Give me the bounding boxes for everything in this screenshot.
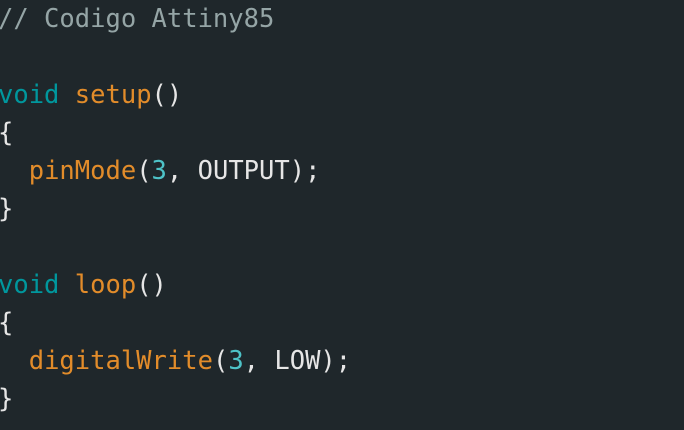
code-line[interactable]: void setup() xyxy=(0,76,351,114)
code-token-plain: } xyxy=(0,384,13,414)
code-token-func: pinMode xyxy=(28,156,137,186)
code-line[interactable]: { xyxy=(0,304,351,342)
code-token-plain: } xyxy=(0,194,13,224)
code-token-plain: { xyxy=(0,118,13,148)
code-token-keyword: void xyxy=(0,270,60,300)
code-token-keyword: void xyxy=(0,80,60,110)
code-line[interactable]: } xyxy=(0,380,351,418)
code-line[interactable]: { xyxy=(0,114,351,152)
code-token-plain: ( xyxy=(136,156,152,186)
code-line[interactable]: digitalWrite(3, LOW); xyxy=(0,342,351,380)
code-token-number: 3 xyxy=(228,346,244,376)
code-editor[interactable]: // Codigo Attiny85void setup(){ pinMode(… xyxy=(0,0,684,430)
code-token-plain: ( xyxy=(212,346,229,376)
code-token-func: loop xyxy=(74,270,137,300)
code-token-number: 3 xyxy=(151,156,167,186)
code-line[interactable] xyxy=(0,38,351,76)
code-token-func: setup xyxy=(74,80,152,110)
code-token-plain: , LOW); xyxy=(243,346,352,376)
code-block[interactable]: // Codigo Attiny85void setup(){ pinMode(… xyxy=(0,0,351,418)
code-token-plain: , OUTPUT); xyxy=(166,156,321,186)
code-line[interactable]: // Codigo Attiny85 xyxy=(0,0,351,38)
code-line[interactable]: void loop() xyxy=(0,266,351,304)
code-token-plain: () xyxy=(151,80,183,110)
code-line[interactable]: } xyxy=(0,190,351,228)
code-token-func: digitalWrite xyxy=(28,346,213,376)
code-token-plain: () xyxy=(136,270,167,300)
code-line[interactable] xyxy=(0,228,351,266)
code-line[interactable]: pinMode(3, OUTPUT); xyxy=(0,152,351,190)
code-token-comment: // Codigo Attiny85 xyxy=(0,4,275,34)
code-token-plain: { xyxy=(0,308,13,338)
